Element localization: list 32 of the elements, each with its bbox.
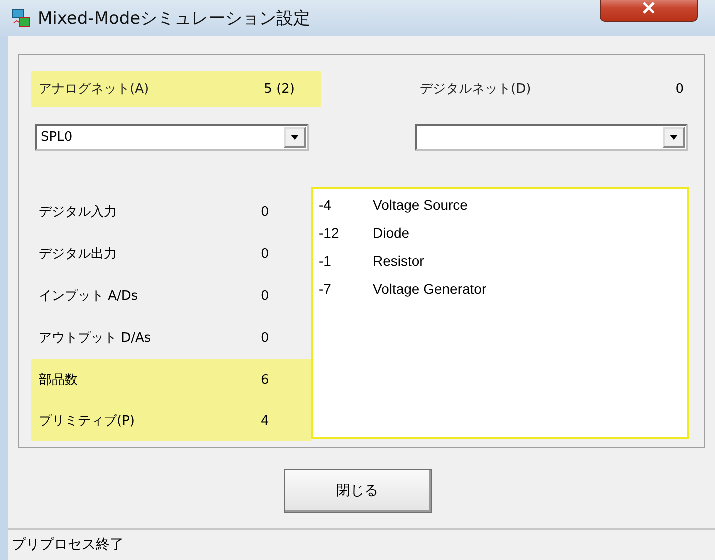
stat-label: 部品数 [39,372,79,389]
digital-net-count: 0 [676,82,684,96]
stat-value: 0 [261,288,270,304]
stat-label: アウトプット D/As [39,330,152,347]
stat-label: デジタル出力 [39,246,118,263]
part-name: Voltage Source [373,197,468,213]
close-icon [642,2,656,14]
stat-value: 6 [261,372,270,388]
stat-value: 0 [261,204,270,220]
part-name: Diode [373,225,410,241]
window-title: Mixed-Modeシミュレーション設定 [38,8,311,30]
part-name: Voltage Generator [373,281,487,297]
stat-label: インプット A/Ds [39,288,140,305]
part-name: Resistor [373,253,424,269]
stat-value: 0 [261,330,270,346]
analog-net-label: アナログネット(A) [39,81,150,98]
part-count: -4 [319,197,332,213]
app-icon [12,8,32,28]
stat-value: 4 [261,414,270,428]
stat-label: プリミティブ(P) [39,413,136,430]
analog-net-count: 5 (2) [264,82,295,96]
part-count: -1 [319,253,332,269]
stat-label: デジタル入力 [39,204,118,221]
status-text: プリプロセス終了 [12,536,124,554]
part-count: -12 [319,225,340,241]
part-count: -7 [319,281,332,297]
close-button[interactable] [600,0,698,22]
digital-net-label: デジタルネット(D) [420,81,532,98]
close-dialog-button[interactable]: 閉じる [284,469,432,513]
analog-net-dropdown[interactable]: SPL0 [35,124,309,151]
stat-value: 0 [261,246,270,262]
digital-net-dropdown[interactable] [415,124,688,151]
